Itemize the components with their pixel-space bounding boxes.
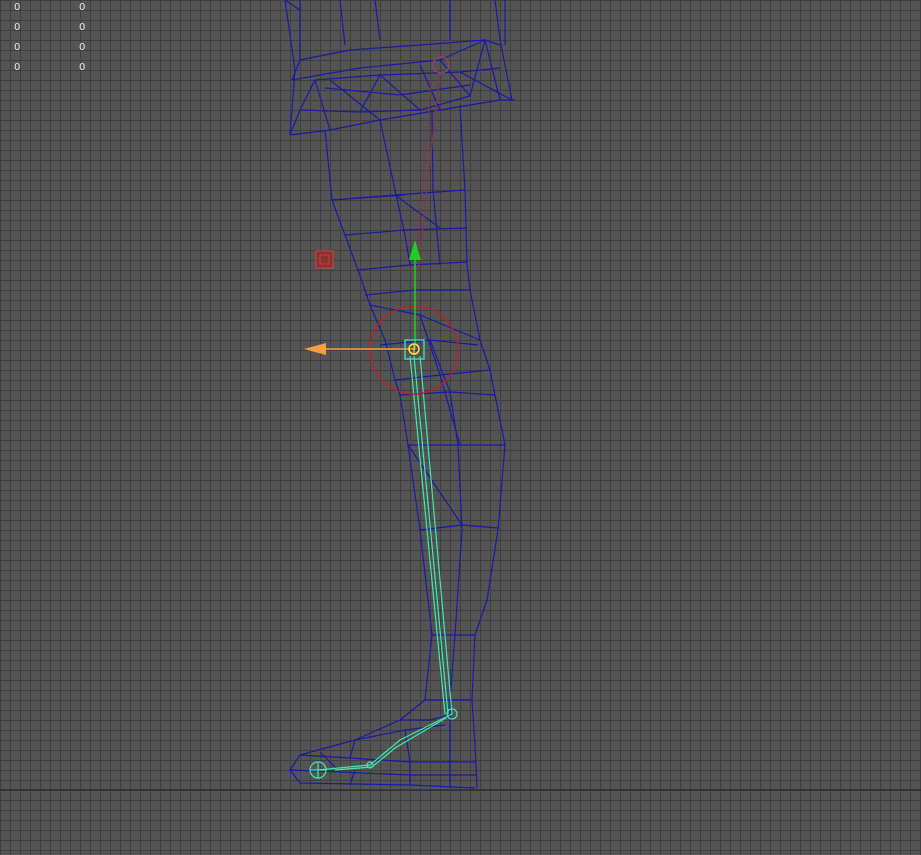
joint-crosshair-icon[interactable] (309, 761, 327, 779)
leg-wireframe-mesh[interactable] (284, 0, 515, 789)
leg-scene[interactable] (0, 0, 921, 855)
3d-viewport[interactable]: 0 0 0 0 0 0 0 0 (0, 0, 921, 855)
green-arrow-icon[interactable] (409, 240, 421, 260)
hud-readout: 0 0 0 0 0 0 0 0 (0, 0, 120, 80)
shin-bone (409, 355, 446, 715)
hud-value: 0 (79, 22, 86, 33)
hud-row: 0 0 (0, 2, 120, 16)
hud-row: 0 0 (0, 42, 120, 56)
shin-bone-edge-2 (413, 355, 449, 715)
leg-skeleton[interactable] (309, 355, 458, 779)
hud-row: 0 0 (0, 22, 120, 36)
hud-value: 0 (14, 2, 21, 13)
hud-value: 0 (79, 42, 86, 53)
hud-value: 0 (14, 62, 21, 73)
hud-row: 0 0 (0, 62, 120, 76)
hud-value: 0 (14, 22, 21, 33)
hud-value: 0 (14, 42, 21, 53)
orange-arrow-icon[interactable] (304, 343, 326, 355)
hud-value: 0 (79, 2, 86, 13)
hud-value: 0 (79, 62, 86, 73)
shin-bone-edge (419, 355, 453, 715)
square-locator-icon[interactable] (315, 250, 334, 269)
